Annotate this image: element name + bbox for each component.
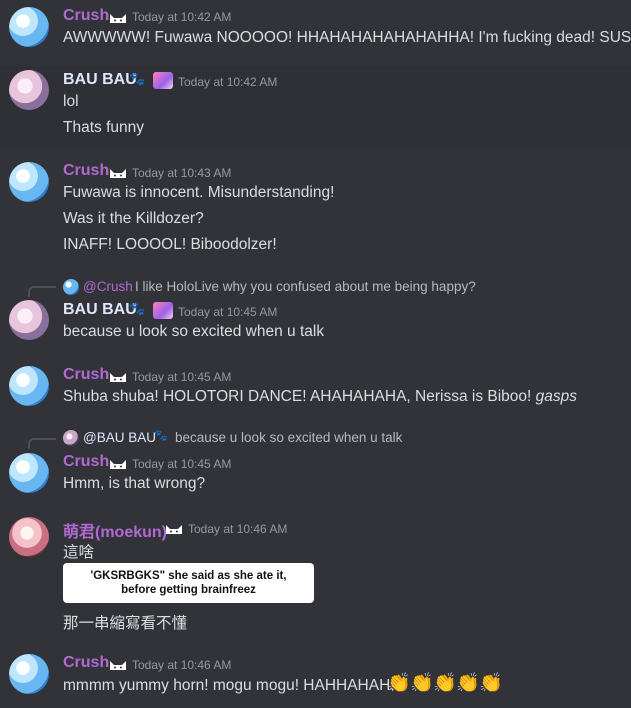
message-text: because u look so excited when u talk [63,323,325,340]
cat-icon [110,661,126,670]
embed-text-line: 'GKSRBGKS" she said as she ate it, [90,570,287,582]
reply-author[interactable]: @Crush [83,279,133,294]
clapping-hands-emoji[interactable]: 👏 [433,674,457,693]
author-name[interactable]: BAU BAU [63,301,137,319]
timestamp: Today at 10:46 AM [188,522,288,536]
message-text: 這啥 [63,544,95,561]
clapping-hands-emoji[interactable]: 👏 [479,674,503,693]
avatar[interactable] [9,517,49,557]
reply-preview[interactable]: I like HoloLive why you confused about m… [135,279,476,294]
paw-icon: 🐾 [129,71,146,86]
reply-avatar[interactable] [63,279,79,295]
author-name[interactable]: Crush [63,453,109,471]
message-text: Thats funny [63,119,144,136]
cat-icon [110,169,126,178]
chat-message-list: Crush Today at 10:42 AM AWWWWW! Fuwawa N… [0,0,631,708]
author-name[interactable]: Crush [63,7,109,25]
avatar[interactable] [9,654,49,694]
anime-badge-icon [153,72,173,89]
message-text: mmmm yummy horn! mogu mogu! HAHHAHAH! [63,677,395,694]
avatar[interactable] [9,7,49,47]
avatar[interactable] [9,366,49,406]
message-text: AWWWWW! Fuwawa NOOOOO! HHAHAHAHAHAHAHHA!… [63,29,631,46]
avatar[interactable] [9,70,49,110]
cat-icon [110,373,126,382]
timestamp: Today at 10:43 AM [132,166,232,180]
timestamp: Today at 10:46 AM [132,658,232,672]
author-name[interactable]: BAU BAU [63,71,137,89]
message-text-italic: gasps [535,388,578,405]
anime-badge-icon [153,302,173,319]
clapping-hands-emoji[interactable]: 👏 [456,674,480,693]
reply-connector [28,438,56,449]
clapping-hands-emoji[interactable]: 👏 [410,674,434,693]
message-text: INAFF! LOOOOL! Biboodolzer! [63,236,277,253]
image-embed[interactable]: 'GKSRBGKS" she said as she ate it, befor… [63,563,314,603]
avatar[interactable] [9,162,49,202]
reply-preview[interactable]: because u look so excited when u talk [175,430,402,445]
message-text: Shuba shuba! HOLOTORI DANCE! AHAHAHAHA, … [63,388,577,406]
reply-connector [28,286,56,297]
cat-icon [110,460,126,469]
reply-avatar[interactable] [63,430,79,446]
message-text: lol [63,93,79,110]
embed-text-line: before getting brainfreez [121,584,256,596]
timestamp: Today at 10:45 AM [132,370,232,384]
clapping-hands-emoji[interactable]: 👏 [387,674,411,693]
paw-icon: 🐾 [154,430,168,442]
timestamp: Today at 10:42 AM [178,75,278,89]
cat-icon [166,525,182,534]
paw-icon: 🐾 [129,301,146,316]
message-text: 那一串縮寫看不懂 [63,615,188,632]
message-text: Hmm, is that wrong? [63,475,206,492]
author-name[interactable]: Crush [63,366,109,384]
avatar[interactable] [9,300,49,340]
author-name[interactable]: 萌君(moekun) [63,518,167,542]
author-name[interactable]: Crush [63,654,109,672]
timestamp: Today at 10:45 AM [132,457,232,471]
author-name[interactable]: Crush [63,162,109,180]
avatar[interactable] [9,453,49,493]
message-text: Was it the Killdozer? [63,210,204,227]
cat-icon [110,14,126,23]
message-text-plain: Shuba shuba! HOLOTORI DANCE! AHAHAHAHA, … [63,388,536,405]
reply-author[interactable]: @BAU BAU [83,430,156,445]
timestamp: Today at 10:42 AM [132,10,232,24]
message-text: Fuwawa is innocent. Misunderstanding! [63,184,335,201]
timestamp: Today at 10:45 AM [178,305,278,319]
